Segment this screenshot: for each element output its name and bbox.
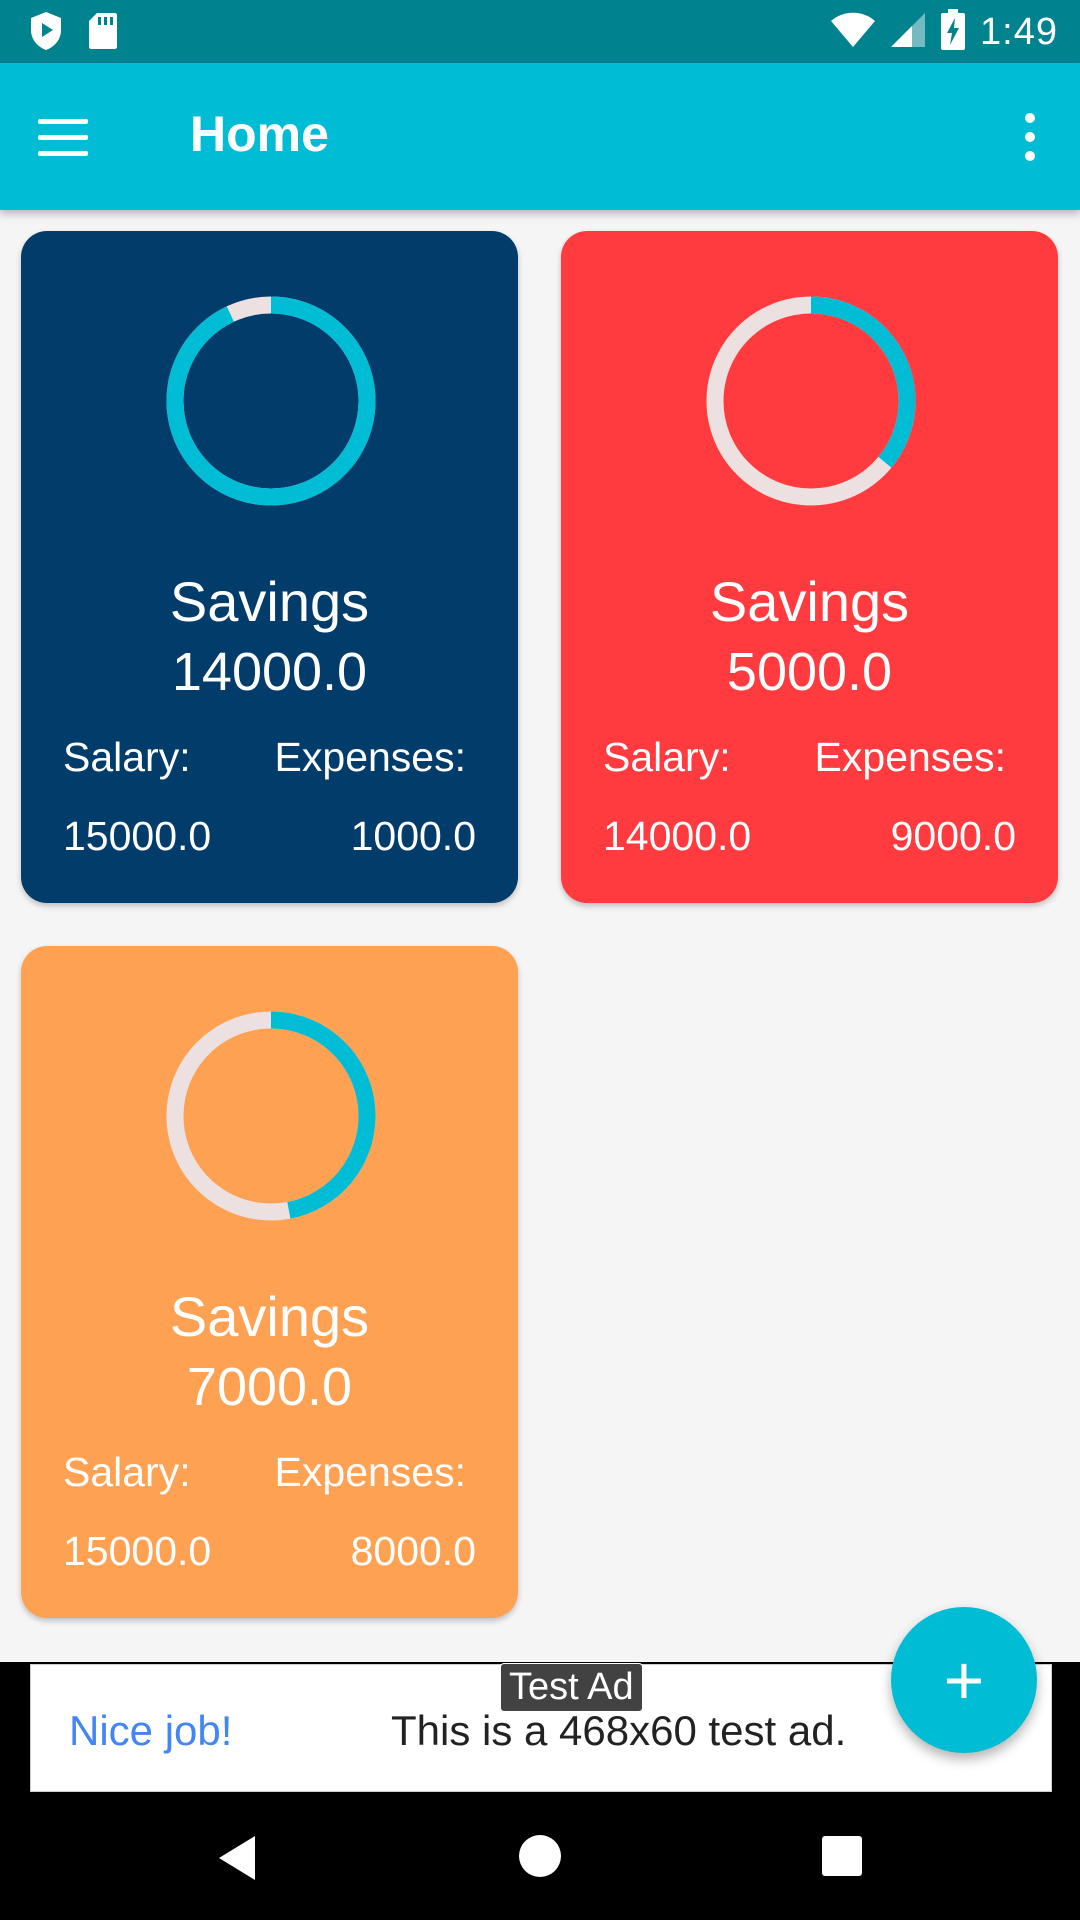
wifi-icon	[830, 12, 876, 53]
expenses-label: Expenses:	[274, 1449, 466, 1495]
savings-card[interactable]: Savings 5000.0 Salary: Expenses: 14000.0…	[561, 231, 1058, 903]
app-bar: Home	[0, 63, 1080, 210]
savings-amount: 7000.0	[186, 1357, 353, 1417]
sd-card-icon	[88, 12, 118, 55]
savings-progress-ring	[166, 1011, 376, 1221]
savings-card[interactable]: Savings 14000.0 Salary: Expenses: 15000.…	[21, 231, 518, 903]
home-icon[interactable]	[518, 1834, 562, 1883]
savings-progress-ring	[166, 296, 376, 506]
salary-label: Salary:	[63, 1449, 191, 1495]
expenses-label: Expenses:	[274, 734, 466, 780]
plus-icon: +	[943, 1641, 985, 1719]
battery-charging-icon	[940, 8, 966, 56]
add-button[interactable]: +	[891, 1607, 1037, 1753]
savings-progress-ring	[706, 296, 916, 506]
salary-value: 15000.0	[63, 813, 212, 859]
ad-body: This is a 468x60 test ad.	[391, 1707, 847, 1754]
status-bar: 1:49	[0, 0, 1080, 63]
expenses-value: 1000.0	[350, 813, 476, 859]
status-time: 1:49	[980, 10, 1058, 53]
salary-label: Salary:	[63, 734, 191, 780]
card-title: Savings	[169, 1285, 370, 1348]
navigation-bar	[0, 1796, 1080, 1920]
savings-amount: 5000.0	[726, 642, 893, 702]
hamburger-menu-icon[interactable]	[38, 107, 108, 167]
salary-value: 15000.0	[63, 1528, 212, 1574]
savings-card[interactable]: Savings 7000.0 Salary: Expenses: 15000.0…	[21, 946, 518, 1618]
back-icon[interactable]	[215, 1834, 259, 1887]
salary-value: 14000.0	[603, 813, 752, 859]
test-ad-tag: Test Ad	[500, 1663, 643, 1712]
recents-icon[interactable]	[822, 1836, 862, 1881]
expenses-label: Expenses:	[814, 734, 1006, 780]
more-vert-icon[interactable]	[1010, 107, 1050, 167]
salary-label: Salary:	[603, 734, 731, 780]
page-title: Home	[190, 106, 329, 162]
signal-icon	[890, 12, 926, 53]
ad-headline: Nice job!	[69, 1707, 233, 1754]
savings-amount: 14000.0	[171, 642, 368, 702]
expenses-value: 9000.0	[890, 813, 1016, 859]
play-protect-icon	[28, 10, 64, 57]
expenses-value: 8000.0	[350, 1528, 476, 1574]
card-title: Savings	[709, 570, 910, 633]
card-title: Savings	[169, 570, 370, 633]
